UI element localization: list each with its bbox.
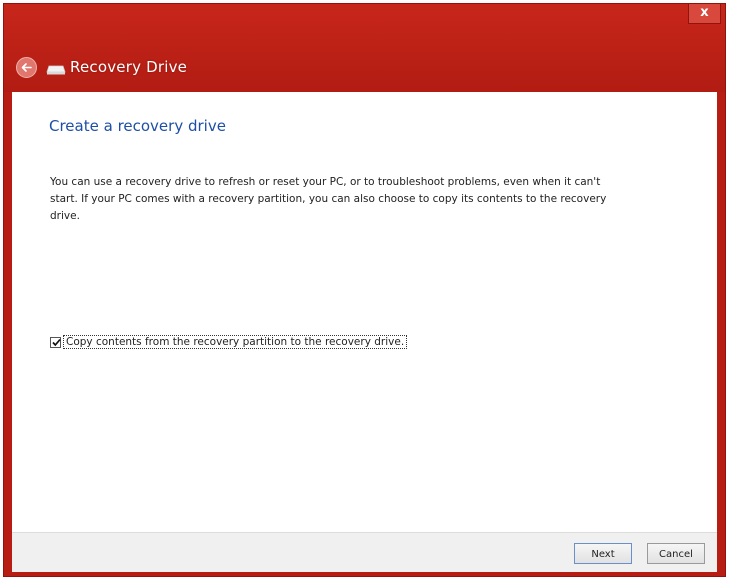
window-title: Recovery Drive — [70, 58, 188, 76]
cancel-button[interactable]: Cancel — [647, 543, 705, 564]
recovery-drive-window: x Recovery Drive Create a recovery drive… — [3, 3, 726, 577]
checkmark-icon — [52, 338, 61, 346]
content-panel: Create a recovery drive You can use a re… — [12, 92, 717, 532]
page-heading: Create a recovery drive — [49, 117, 226, 135]
close-button[interactable]: x — [688, 4, 721, 24]
next-button[interactable]: Next — [574, 543, 632, 564]
close-icon: x — [700, 5, 709, 20]
drive-icon — [46, 65, 66, 75]
copy-partition-label[interactable]: Copy contents from the recovery partitio… — [62, 335, 408, 349]
back-arrow-icon — [21, 63, 32, 72]
copy-partition-option[interactable]: Copy contents from the recovery partitio… — [50, 335, 408, 349]
description-text: You can use a recovery drive to refresh … — [50, 176, 607, 222]
copy-partition-checkbox[interactable] — [50, 336, 61, 348]
button-bar: Next Cancel — [12, 532, 717, 572]
back-button[interactable] — [16, 57, 37, 78]
title-bar: x Recovery Drive — [4, 4, 725, 92]
